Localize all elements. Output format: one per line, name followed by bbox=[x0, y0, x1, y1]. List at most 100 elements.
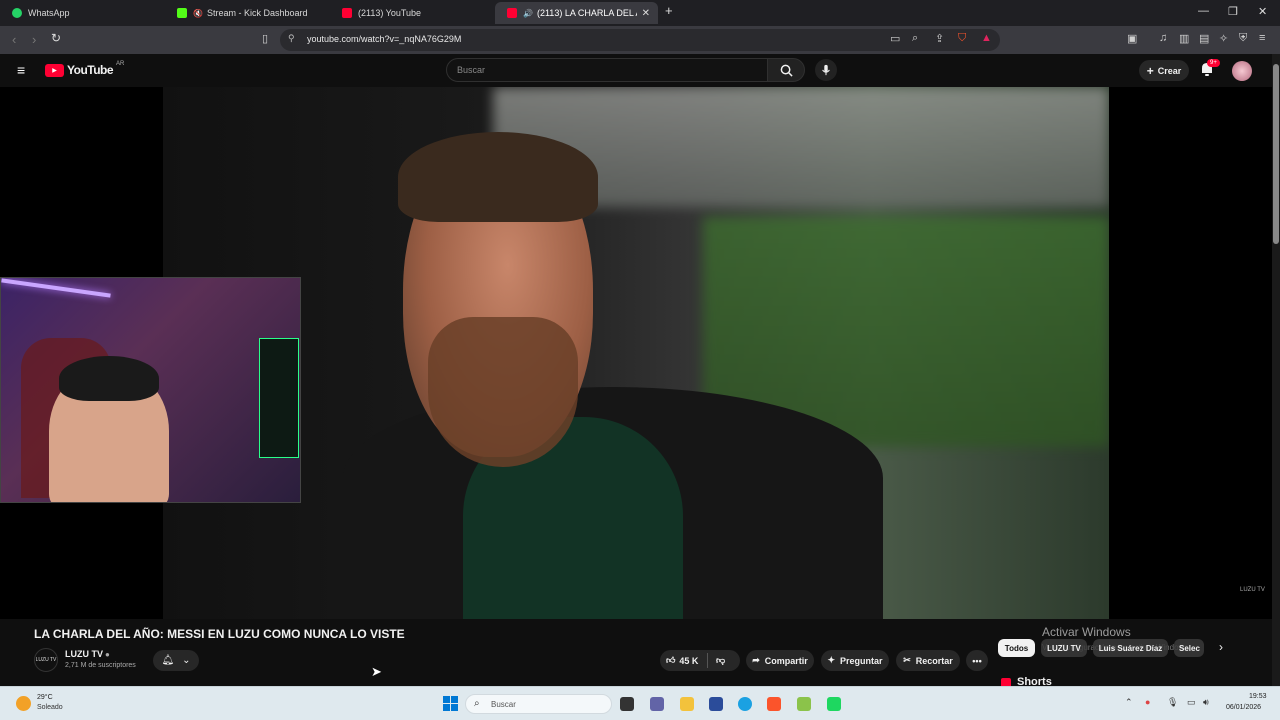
clip-button[interactable]: ✂ Recortar bbox=[896, 650, 960, 671]
channel-avatar[interactable]: LUZU TV bbox=[34, 648, 58, 672]
youtube-logo-text: YouTube bbox=[67, 63, 114, 77]
maximize-button[interactable]: ❐ bbox=[1228, 5, 1238, 18]
audio-playing-icon[interactable]: 🔊 bbox=[523, 9, 533, 18]
channel-watermark[interactable]: LUZU TV bbox=[1240, 587, 1265, 593]
close-window-button[interactable]: ✕ bbox=[1258, 5, 1267, 18]
chip-all[interactable]: Todos bbox=[998, 639, 1035, 657]
video-player[interactable]: LUZU TV bbox=[0, 87, 1272, 619]
notification-badge: 9+ bbox=[1207, 59, 1220, 67]
leo-ai-icon[interactable]: ✧ bbox=[1219, 32, 1228, 45]
edge-icon[interactable] bbox=[738, 697, 752, 711]
like-button[interactable]: 👍︎ 45 K bbox=[666, 655, 698, 666]
sparkle-icon: ✦ bbox=[827, 655, 836, 665]
channel-name[interactable]: LUZU TV bbox=[65, 649, 103, 659]
video-title: LA CHARLA DEL AÑO: MESSI EN LUZU COMO NU… bbox=[34, 627, 405, 641]
chip-luzu-tv[interactable]: LUZU TV bbox=[1041, 639, 1087, 657]
vpn-icon[interactable]: ⛨ bbox=[1239, 32, 1247, 45]
bookmark-icon[interactable]: ▯ bbox=[262, 32, 268, 45]
voice-search-button[interactable] bbox=[815, 59, 837, 81]
app-icon[interactable] bbox=[797, 697, 811, 711]
chevron-up-icon[interactable]: ⌃ bbox=[1125, 697, 1133, 708]
tab-kick-dashboard[interactable]: 🔇 Stream - Kick Dashboard bbox=[165, 2, 335, 24]
reload-icon[interactable]: ↻ bbox=[51, 31, 61, 45]
share-button[interactable]: ➦ Compartir bbox=[746, 650, 814, 671]
teams-icon[interactable] bbox=[650, 697, 664, 711]
chip-luis-suarez[interactable]: Luis Suárez Díaz bbox=[1093, 639, 1168, 657]
search-input[interactable]: Buscar bbox=[446, 58, 768, 82]
led-strip bbox=[1, 278, 111, 298]
brave-icon[interactable] bbox=[767, 697, 781, 711]
brave-shields-icon[interactable]: ⛉ bbox=[958, 32, 966, 45]
video-frame bbox=[163, 87, 1109, 619]
back-icon[interactable]: ‹ bbox=[12, 32, 16, 47]
youtube-icon bbox=[342, 8, 352, 18]
subscribed-bell-button[interactable]: 🔔︎ ⌄ bbox=[153, 650, 199, 671]
search-button[interactable] bbox=[767, 58, 805, 82]
kick-app-icon[interactable] bbox=[827, 697, 841, 711]
sidebar-icon[interactable]: ▥ bbox=[1179, 32, 1189, 45]
microphone-icon[interactable]: 🎙︎ bbox=[1167, 697, 1178, 708]
microphone-icon bbox=[822, 64, 830, 76]
youtube-logo[interactable]: ▶ YouTube AR bbox=[45, 61, 125, 77]
screen-cast-icon[interactable]: ▭ bbox=[890, 32, 900, 45]
avatar[interactable] bbox=[1232, 61, 1252, 81]
like-divider bbox=[707, 653, 708, 668]
volume-icon[interactable]: 🔊︎ bbox=[1203, 697, 1209, 708]
weather-description[interactable]: Soleado bbox=[37, 704, 63, 711]
more-icon: ••• bbox=[972, 655, 982, 666]
forward-icon[interactable]: › bbox=[32, 32, 36, 47]
clock-time[interactable]: 19:53 bbox=[1249, 693, 1267, 700]
new-tab-button[interactable]: + bbox=[665, 3, 673, 18]
minimize-button[interactable]: — bbox=[1198, 5, 1209, 17]
task-view-icon[interactable] bbox=[620, 697, 634, 711]
pc-case bbox=[259, 338, 299, 458]
search-icon bbox=[780, 64, 793, 77]
tab-search-icon[interactable]: ▣ bbox=[1127, 32, 1137, 45]
activate-windows-title: Activar Windows bbox=[1042, 625, 1131, 639]
tab-youtube-video[interactable]: 🔊 (2113) LA CHARLA DEL AÑO: ✕ bbox=[495, 2, 658, 24]
tab-label: WhatsApp bbox=[28, 8, 70, 18]
more-actions-button[interactable]: ••• bbox=[966, 650, 988, 671]
brave-rewards-icon[interactable]: ▲ bbox=[981, 32, 992, 44]
tab-whatsapp[interactable]: WhatsApp bbox=[0, 2, 170, 24]
clock-date[interactable]: 06/01/2026 bbox=[1226, 704, 1261, 711]
bell-icon: 🔔︎ bbox=[161, 655, 175, 666]
ask-label: Preguntar bbox=[840, 655, 883, 666]
like-dislike-group: 👍︎ 45 K 👎︎ bbox=[660, 650, 740, 671]
clip-label: Recortar bbox=[915, 655, 953, 666]
start-button[interactable] bbox=[443, 696, 458, 711]
dislike-button[interactable]: 👎︎ bbox=[716, 655, 725, 666]
hamburger-menu-icon[interactable]: ≡ bbox=[17, 62, 25, 78]
create-button[interactable]: + Crear bbox=[1139, 60, 1189, 81]
file-explorer-icon[interactable] bbox=[680, 697, 694, 711]
share-icon[interactable]: ⇪ bbox=[935, 32, 944, 45]
address-bar-row: ‹ › ↻ ▯ ⚲ youtube.com/watch?v=_nqNA76G29… bbox=[0, 26, 1280, 54]
display-icon[interactable]: ▭ bbox=[1187, 697, 1196, 708]
scrollbar-thumb[interactable] bbox=[1273, 64, 1279, 244]
site-info-icon[interactable]: ⚲ bbox=[288, 33, 295, 44]
notifications-button[interactable]: 9+ bbox=[1200, 59, 1220, 82]
region-code: AR bbox=[116, 61, 125, 67]
wallet-icon[interactable]: ▤ bbox=[1199, 32, 1209, 45]
zoom-icon[interactable]: ⌕ bbox=[912, 32, 918, 45]
share-label: Compartir bbox=[764, 655, 808, 666]
weather-temperature[interactable]: 29°C bbox=[37, 694, 53, 701]
thumbs-up-icon: 👍︎ bbox=[666, 655, 676, 665]
chevron-right-icon[interactable]: › bbox=[1219, 640, 1223, 654]
taskbar-search-input[interactable]: ⌕ Buscar bbox=[465, 694, 612, 714]
streamer-hair bbox=[59, 356, 159, 401]
chip-selection[interactable]: Selec bbox=[1174, 639, 1204, 657]
close-tab-icon[interactable]: ✕ bbox=[642, 8, 650, 19]
thumbs-down-icon: 👎︎ bbox=[716, 655, 726, 665]
store-icon[interactable] bbox=[709, 697, 723, 711]
tab-youtube-home[interactable]: (2113) YouTube bbox=[330, 2, 495, 24]
sun-icon[interactable] bbox=[16, 696, 31, 711]
windows-logo-icon bbox=[443, 696, 450, 703]
tab-label: (2113) LA CHARLA DEL AÑO: bbox=[536, 8, 637, 18]
kick-icon bbox=[177, 8, 187, 18]
tray-app-icon[interactable]: ● bbox=[1145, 697, 1150, 707]
menu-icon[interactable]: ≡ bbox=[1259, 32, 1265, 44]
beard bbox=[428, 317, 578, 467]
ask-button[interactable]: ✦ Preguntar bbox=[821, 650, 889, 671]
media-icon[interactable]: ♫ bbox=[1159, 32, 1167, 44]
